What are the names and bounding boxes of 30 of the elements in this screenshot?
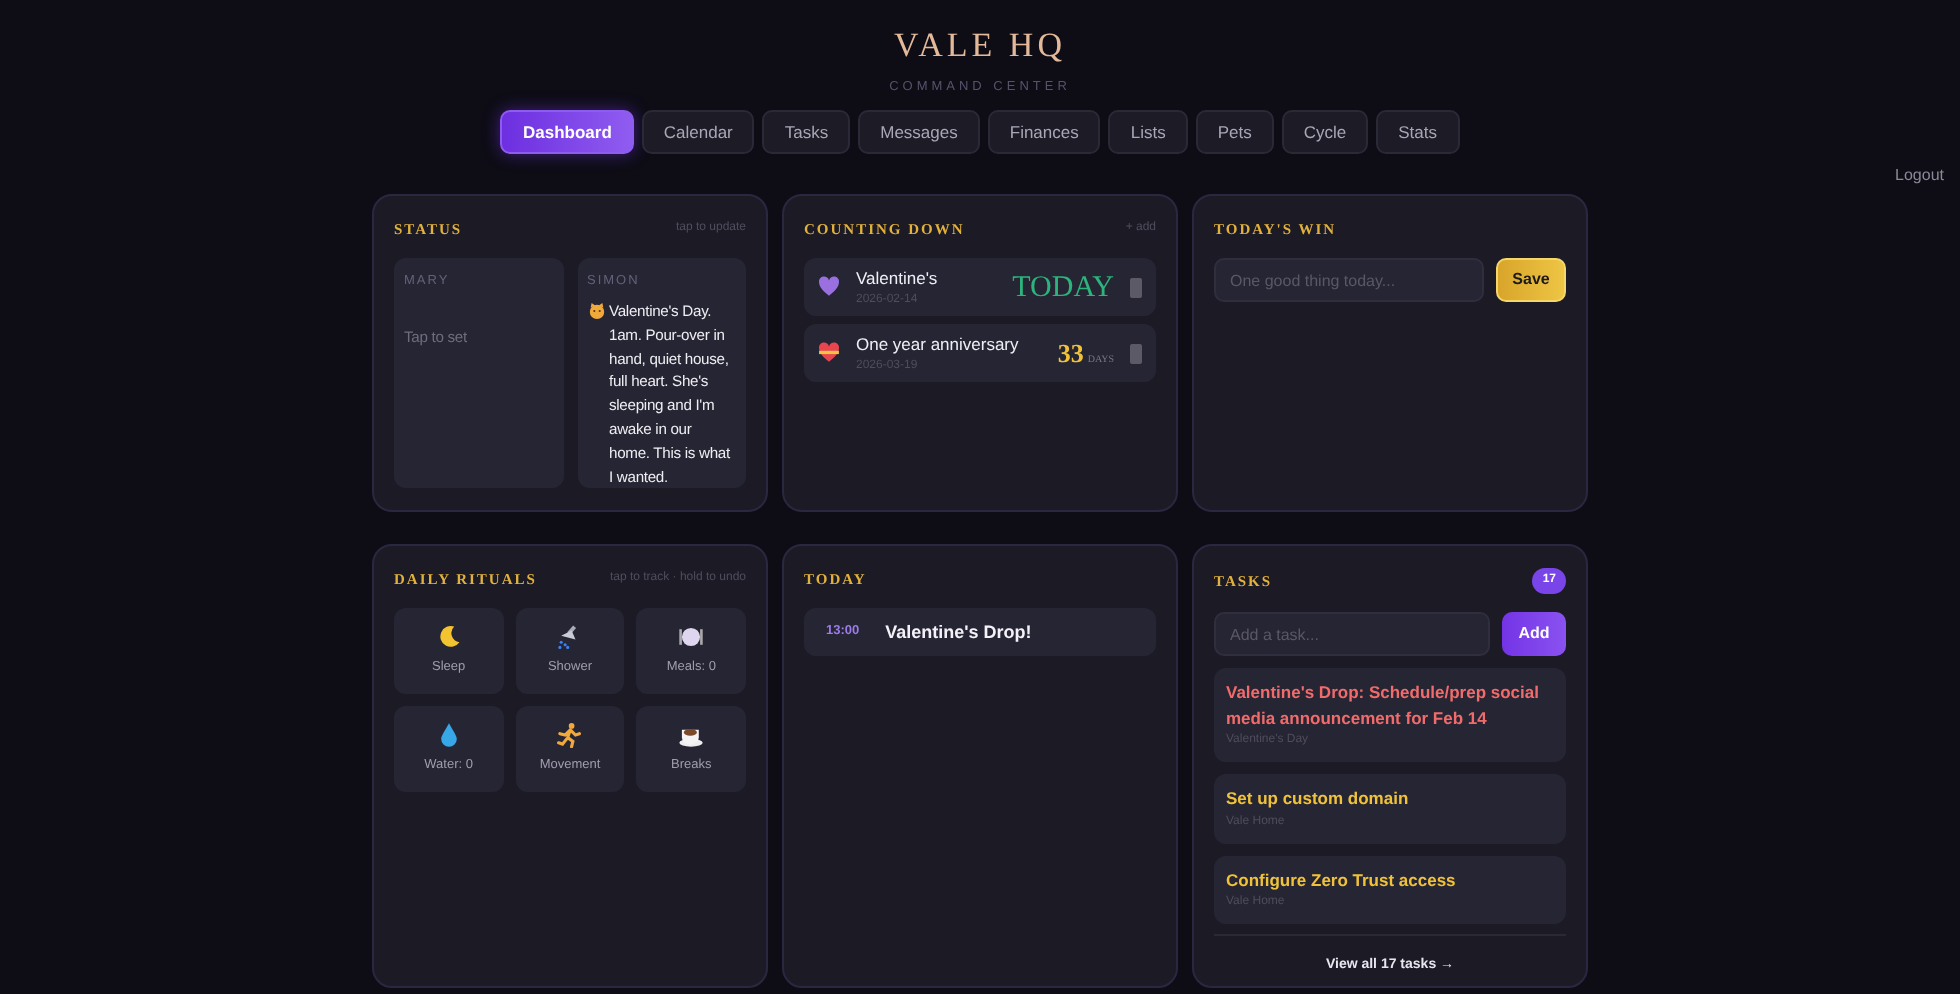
- heart-icon: [818, 276, 840, 299]
- task-title: Set up custom domain: [1226, 786, 1411, 811]
- remove-button[interactable]: [1130, 277, 1142, 298]
- nav-tab[interactable]: Stats: [1376, 110, 1460, 154]
- countdown-title: Valentine's: [856, 265, 940, 292]
- logout-link[interactable]: Logout: [1895, 164, 1944, 188]
- task-title: Configure Zero Trust access: [1226, 867, 1458, 892]
- nav-tab[interactable]: Cycle: [1281, 110, 1369, 154]
- moon-icon: [435, 624, 462, 651]
- countdown-value: TODAY: [1012, 269, 1114, 307]
- runner-icon: [556, 722, 583, 749]
- water-drop-icon: [435, 722, 462, 749]
- nav-tab[interactable]: Dashboard: [500, 110, 634, 154]
- nav-tab[interactable]: Tasks: [762, 110, 851, 154]
- nav-tab[interactable]: Lists: [1108, 110, 1188, 154]
- nav-tab[interactable]: Finances: [987, 110, 1101, 154]
- save-button[interactable]: Save: [1496, 258, 1566, 303]
- nav-tab[interactable]: Calendar: [641, 110, 755, 154]
- remove-button[interactable]: [1130, 343, 1142, 364]
- heart-icon: [818, 342, 840, 365]
- nav-tab[interactable]: Messages: [858, 110, 980, 154]
- countdown-value: 33: [1057, 336, 1084, 372]
- cat-face-icon: [587, 302, 605, 320]
- event-title: Valentine's Drop!: [885, 619, 1032, 646]
- app-title: VALE HQ: [894, 24, 1066, 68]
- nav-tab[interactable]: Pets: [1195, 110, 1274, 154]
- plate-icon: [678, 624, 705, 651]
- task-title: Valentine's Drop: Schedule/prep social media announcement for Feb 14: [1226, 680, 1541, 730]
- countdown-title: One year anniversary: [856, 331, 1021, 358]
- add-button[interactable]: Add: [1502, 612, 1566, 656]
